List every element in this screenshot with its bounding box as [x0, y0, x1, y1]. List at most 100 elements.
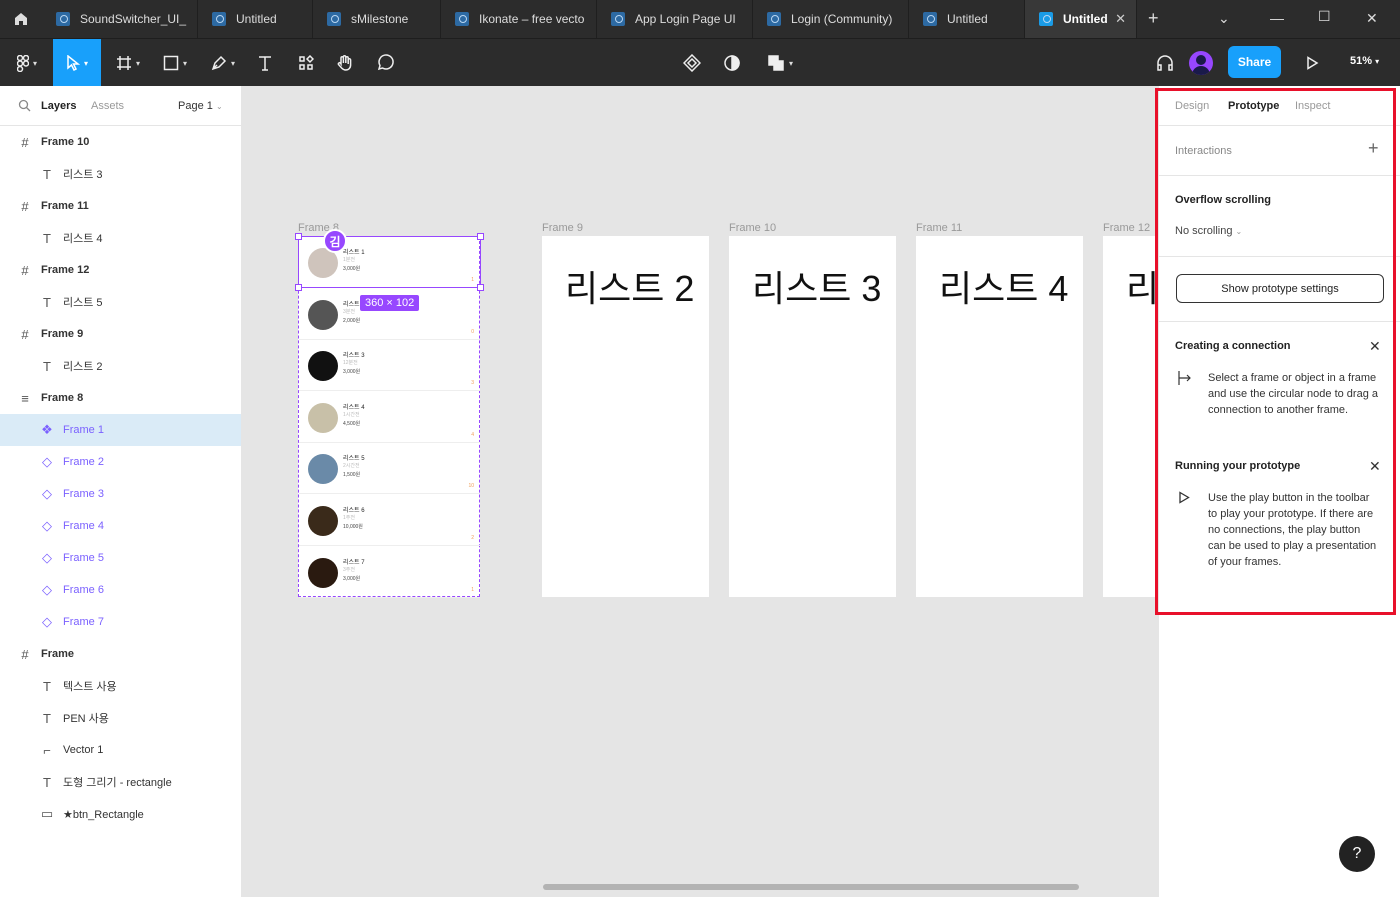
frame-9[interactable]: 리스트 2 — [542, 236, 709, 597]
layer-row[interactable]: T 리스트 2 — [0, 350, 241, 382]
frame-10[interactable]: 리스트 3 — [729, 236, 896, 597]
text-tool-button[interactable] — [250, 39, 280, 87]
layer-row[interactable]: # Frame 9 — [0, 318, 241, 350]
list-item-price: 3,000원 — [343, 369, 361, 376]
resize-handle[interactable] — [477, 233, 484, 240]
chevron-down-icon: ▾ — [788, 58, 793, 68]
resources-button[interactable] — [290, 39, 322, 87]
layer-row[interactable]: ◇ Frame 7 — [0, 606, 241, 638]
list-item-sub: 3주전 — [343, 566, 355, 573]
layer-row[interactable]: # Frame 10 — [0, 126, 241, 158]
layer-row[interactable]: # Frame — [0, 638, 241, 670]
layer-row[interactable]: T 리스트 3 — [0, 158, 241, 190]
pen-icon — [211, 55, 227, 71]
layer-label: 리스트 5 — [63, 297, 103, 309]
audio-button[interactable] — [1150, 39, 1180, 87]
file-tab[interactable]: SoundSwitcher_UI_ — [42, 0, 198, 38]
page-selector[interactable]: Page 1 ⌄ — [178, 100, 223, 112]
layer-row[interactable]: ❖ Frame 1 — [0, 414, 241, 446]
tab-layers[interactable]: Layers — [41, 100, 76, 112]
file-tab[interactable]: Login (Community) — [753, 0, 909, 38]
component-button[interactable] — [678, 39, 706, 87]
file-tab[interactable]: Ikonate – free vecto — [441, 0, 597, 38]
layer-row[interactable]: ◇ Frame 2 — [0, 446, 241, 478]
resize-handle[interactable] — [477, 284, 484, 291]
layer-row[interactable]: ◇ Frame 3 — [0, 478, 241, 510]
frame-label[interactable]: Frame 9 — [542, 222, 583, 234]
component-icon — [683, 54, 701, 72]
frame-label[interactable]: Frame 11 — [916, 222, 962, 234]
avatar — [308, 454, 338, 485]
file-tab-active[interactable]: Untitled ✕ — [1025, 0, 1137, 38]
main-menu-button[interactable]: ▾ — [8, 39, 46, 87]
file-tab[interactable]: sMilestone — [313, 0, 441, 38]
comment-tool-button[interactable] — [370, 39, 400, 87]
hand-tool-button[interactable] — [330, 39, 360, 87]
tab-bar: SoundSwitcher_UI_ Untitled sMilestone Ik… — [0, 0, 1400, 38]
auto-layout-icon: ≡ — [21, 390, 29, 406]
user-avatar[interactable] — [1189, 51, 1213, 75]
list-item[interactable]: 리스트 7 3주전 3,000원 1 — [299, 547, 480, 598]
frame-text: 리 — [1126, 268, 1158, 309]
frame-8[interactable]: 리스트 1 1분전 3,000원 1 리스트 2 3분전 2,000원 0 리스트 3 12분전 3… — [298, 236, 480, 598]
search-icon[interactable] — [18, 99, 31, 112]
help-button[interactable]: ? — [1339, 836, 1375, 872]
maximize-icon[interactable]: ☐ — [1318, 8, 1331, 25]
close-tab-icon[interactable]: ✕ — [1115, 11, 1126, 27]
layer-row[interactable]: ≡ Frame 8 — [0, 382, 241, 414]
close-window-icon[interactable]: ✕ — [1366, 10, 1378, 27]
pen-tool-button[interactable]: ▾ — [203, 39, 243, 87]
home-button[interactable] — [0, 0, 42, 38]
zoom-level-dropdown[interactable]: 51% ▾ — [1350, 55, 1379, 67]
frame-label[interactable]: Frame 10 — [729, 222, 776, 234]
layer-row[interactable]: ◇ Frame 5 — [0, 542, 241, 574]
list-item-sub: 12분전 — [343, 360, 358, 367]
layer-row[interactable]: # Frame 12 — [0, 254, 241, 286]
shape-tool-button[interactable]: ▾ — [155, 39, 195, 87]
frame-icon: # — [21, 262, 29, 278]
present-button[interactable] — [1298, 39, 1326, 87]
layer-row[interactable]: T PEN 사용 — [0, 702, 241, 734]
mask-button[interactable] — [718, 39, 746, 87]
layer-row[interactable]: T 리스트 5 — [0, 286, 241, 318]
layer-row[interactable]: ◇ Frame 4 — [0, 510, 241, 542]
layer-row[interactable]: ⌐ Vector 1 — [0, 734, 241, 766]
file-tab[interactable]: Untitled — [198, 0, 313, 38]
file-tab[interactable]: App Login Page UI — [597, 0, 753, 38]
list-item[interactable]: 리스트 4 1시간전 4,500원 4 — [299, 392, 480, 443]
file-tab[interactable]: Untitled — [909, 0, 1025, 38]
layer-row[interactable]: T 텍스트 사용 — [0, 670, 241, 702]
minimize-icon[interactable]: — — [1270, 10, 1284, 26]
layer-row[interactable]: ◇ Frame 6 — [0, 574, 241, 606]
list-item[interactable]: 리스트 5 2시간전 1,500원 10 — [299, 443, 480, 495]
resize-handle[interactable] — [295, 284, 302, 291]
frame-label[interactable]: Frame 12 — [1103, 222, 1150, 234]
move-tool-button[interactable]: ▾ — [53, 39, 101, 87]
list-item-sub: 1시간전 — [343, 411, 360, 418]
list-item[interactable]: 리스트 3 12분전 3,000원 3 — [299, 340, 480, 392]
file-tab-label: Login (Community) — [791, 12, 893, 26]
layer-row[interactable]: T 리스트 4 — [0, 222, 241, 254]
layer-row[interactable]: T 도형 그리기 - rectangle — [0, 766, 241, 798]
share-button[interactable]: Share — [1228, 46, 1281, 78]
resize-handle[interactable] — [295, 233, 302, 240]
layer-label: 도형 그리기 - rectangle — [63, 777, 172, 789]
avatar — [308, 402, 338, 433]
text-icon: T — [43, 774, 51, 790]
canvas[interactable]: Frame 8 리스트 1 1분전 3,000원 1 리스트 2 3분전 2,000원 0 리스… — [242, 86, 1158, 897]
list-item[interactable]: 리스트 6 1주전 10,000원 2 — [299, 495, 480, 546]
horizontal-scrollbar[interactable] — [543, 884, 1079, 890]
figma-file-icon — [1039, 12, 1053, 26]
boolean-button[interactable]: ▾ — [760, 39, 800, 87]
layer-row[interactable]: # Frame 11 — [0, 190, 241, 222]
tab-assets[interactable]: Assets — [91, 100, 124, 112]
selection-size-label: 360 × 102 — [360, 295, 420, 311]
list-item-name: 리스트 7 — [343, 559, 365, 566]
new-tab-button[interactable]: + — [1148, 8, 1159, 29]
frame-12[interactable]: 리 — [1103, 236, 1158, 597]
chevron-down-icon[interactable]: ⌄ — [1218, 10, 1230, 27]
frame-tool-button[interactable]: ▾ — [108, 39, 148, 87]
layer-row[interactable]: ▭ ★btn_Rectangle — [0, 798, 241, 830]
figma-file-icon — [611, 12, 625, 26]
frame-11[interactable]: 리스트 4 — [916, 236, 1083, 597]
